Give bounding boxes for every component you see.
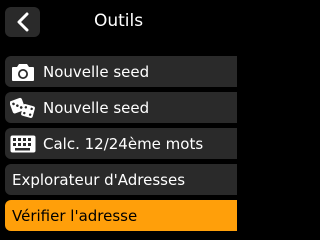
menu-item-label: Nouvelle seed xyxy=(43,62,150,81)
top-bar: Outils xyxy=(0,0,237,46)
menu-item-label: Calc. 12/24ème mots xyxy=(43,134,204,153)
menu-item-label: Explorateur d'Adresses xyxy=(12,170,186,189)
calc-final-word-button[interactable]: Calc. 12/24ème mots xyxy=(5,128,237,159)
tools-menu: Nouvelle seed Nouvelle seed Calc. 12/24è… xyxy=(5,56,237,236)
camera-icon xyxy=(10,61,36,83)
new-seed-dice-button[interactable]: Nouvelle seed xyxy=(5,92,237,123)
keyboard-icon xyxy=(10,133,36,155)
dice-icon xyxy=(10,97,36,119)
menu-item-label: Vérifier l'adresse xyxy=(12,206,138,225)
verify-address-button[interactable]: Vérifier l'adresse xyxy=(5,200,237,231)
menu-item-label: Nouvelle seed xyxy=(43,98,150,117)
address-explorer-button[interactable]: Explorateur d'Adresses xyxy=(5,164,237,195)
page-title: Outils xyxy=(93,11,144,31)
new-seed-camera-button[interactable]: Nouvelle seed xyxy=(5,56,237,87)
